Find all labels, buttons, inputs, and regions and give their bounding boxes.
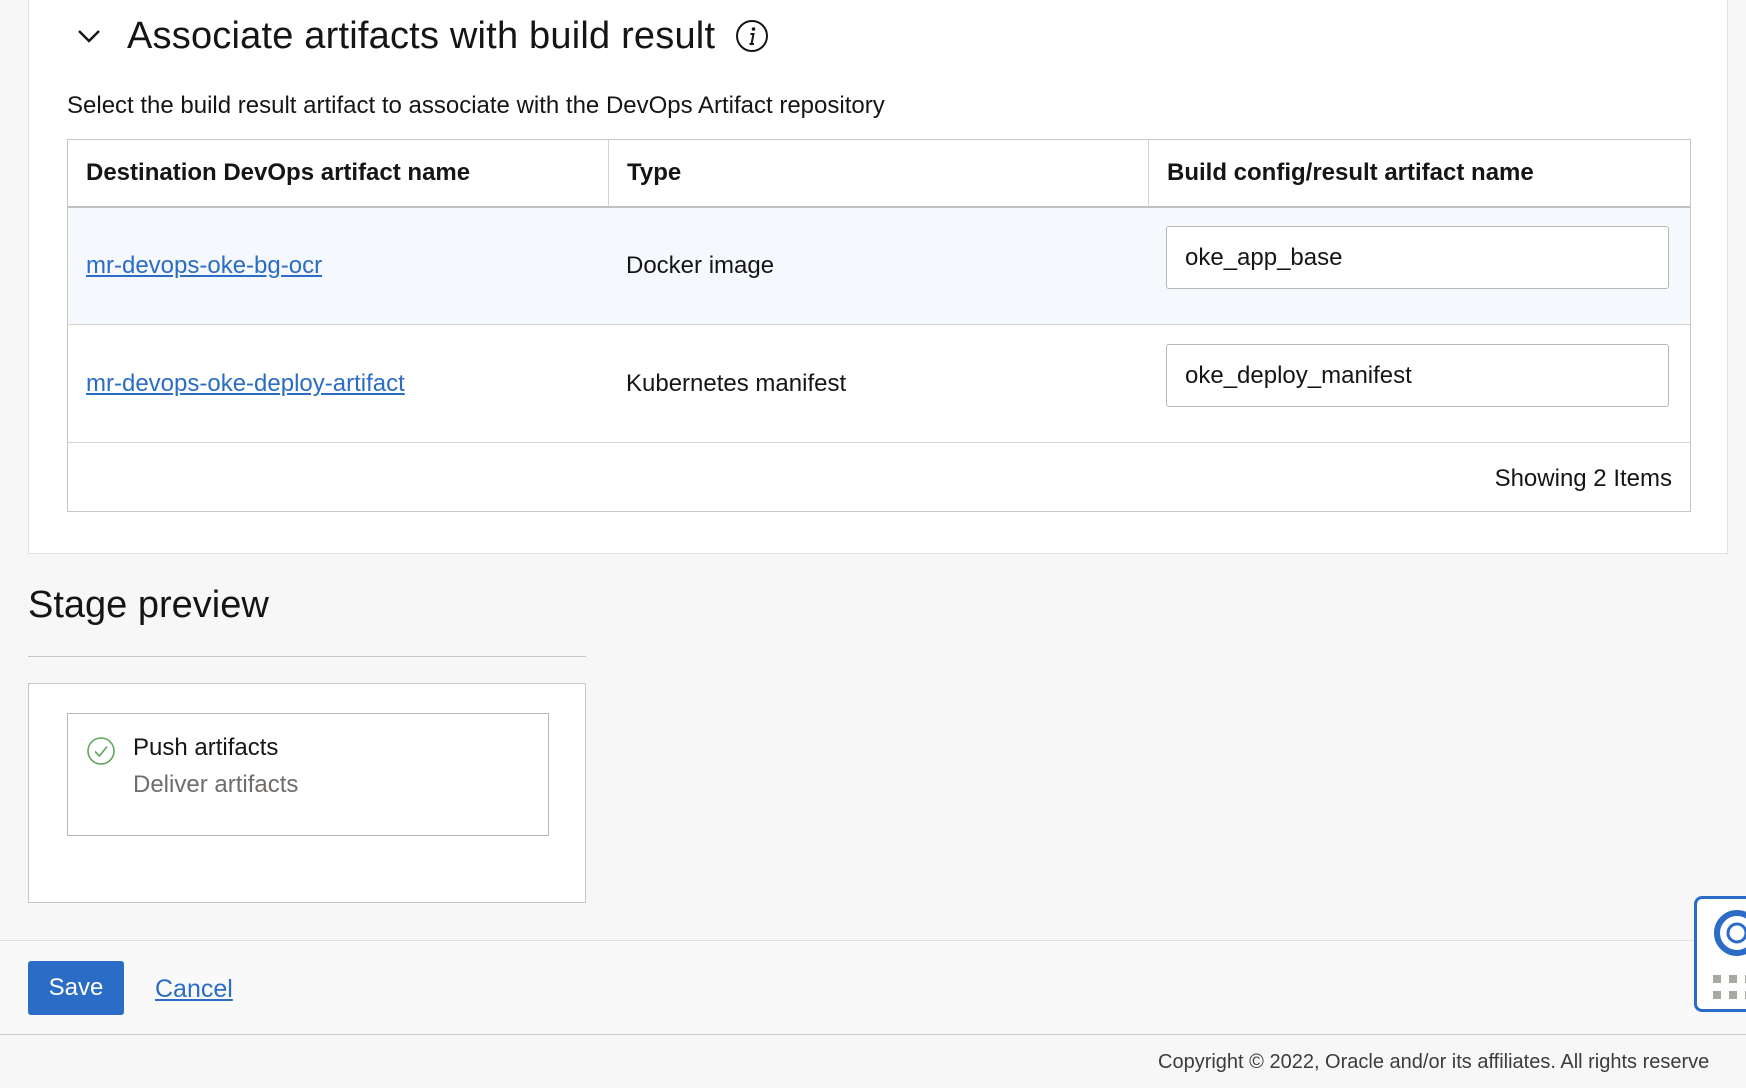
stage-preview-box: Push artifacts Deliver artifacts xyxy=(28,683,586,903)
section-title: Associate artifacts with build result xyxy=(127,14,716,57)
check-circle-icon xyxy=(86,736,116,766)
action-bar: Save Cancel xyxy=(0,940,1746,1035)
table-row: mr-devops-oke-deploy-artifact Kubernetes… xyxy=(68,326,1690,443)
stage-card[interactable]: Push artifacts Deliver artifacts xyxy=(67,713,549,836)
help-lifebuoy-icon[interactable] xyxy=(1705,907,1746,962)
info-icon[interactable] xyxy=(735,19,769,53)
column-header-destination: Destination DevOps artifact name xyxy=(86,159,471,186)
copyright-text: Copyright © 2022, Oracle and/or its affi… xyxy=(1158,1051,1710,1073)
artifact-type: Docker image xyxy=(626,252,775,279)
result-artifact-input[interactable] xyxy=(1166,226,1669,289)
column-header-type: Type xyxy=(608,140,1148,206)
stage-description: Deliver artifacts xyxy=(133,771,299,798)
table-item-count: Showing 2 Items xyxy=(1494,465,1672,492)
artifact-link[interactable]: mr-devops-oke-deploy-artifact xyxy=(86,370,405,398)
section-description: Select the build result artifact to asso… xyxy=(67,92,885,119)
artifact-type: Kubernetes manifest xyxy=(626,370,847,397)
result-artifact-input[interactable] xyxy=(1166,344,1669,407)
artifacts-panel: Associate artifacts with build result Se… xyxy=(28,0,1728,554)
grid-icon[interactable] xyxy=(1713,975,1746,1006)
divider xyxy=(28,656,586,657)
table-header: Destination DevOps artifact name Type Bu… xyxy=(68,140,1690,208)
save-button[interactable]: Save xyxy=(28,961,124,1015)
cancel-link[interactable]: Cancel xyxy=(155,975,233,1004)
help-widget[interactable] xyxy=(1694,896,1746,1012)
artifacts-table: Destination DevOps artifact name Type Bu… xyxy=(67,139,1691,512)
column-header-result-name: Build config/result artifact name xyxy=(1148,140,1690,206)
table-row: mr-devops-oke-bg-ocr Docker image xyxy=(68,208,1690,325)
artifact-link[interactable]: mr-devops-oke-bg-ocr xyxy=(86,252,322,280)
section-header[interactable]: Associate artifacts with build result xyxy=(69,6,769,66)
stage-name: Push artifacts xyxy=(133,734,279,761)
chevron-down-icon[interactable] xyxy=(69,16,109,56)
stage-preview-title: Stage preview xyxy=(28,584,269,626)
